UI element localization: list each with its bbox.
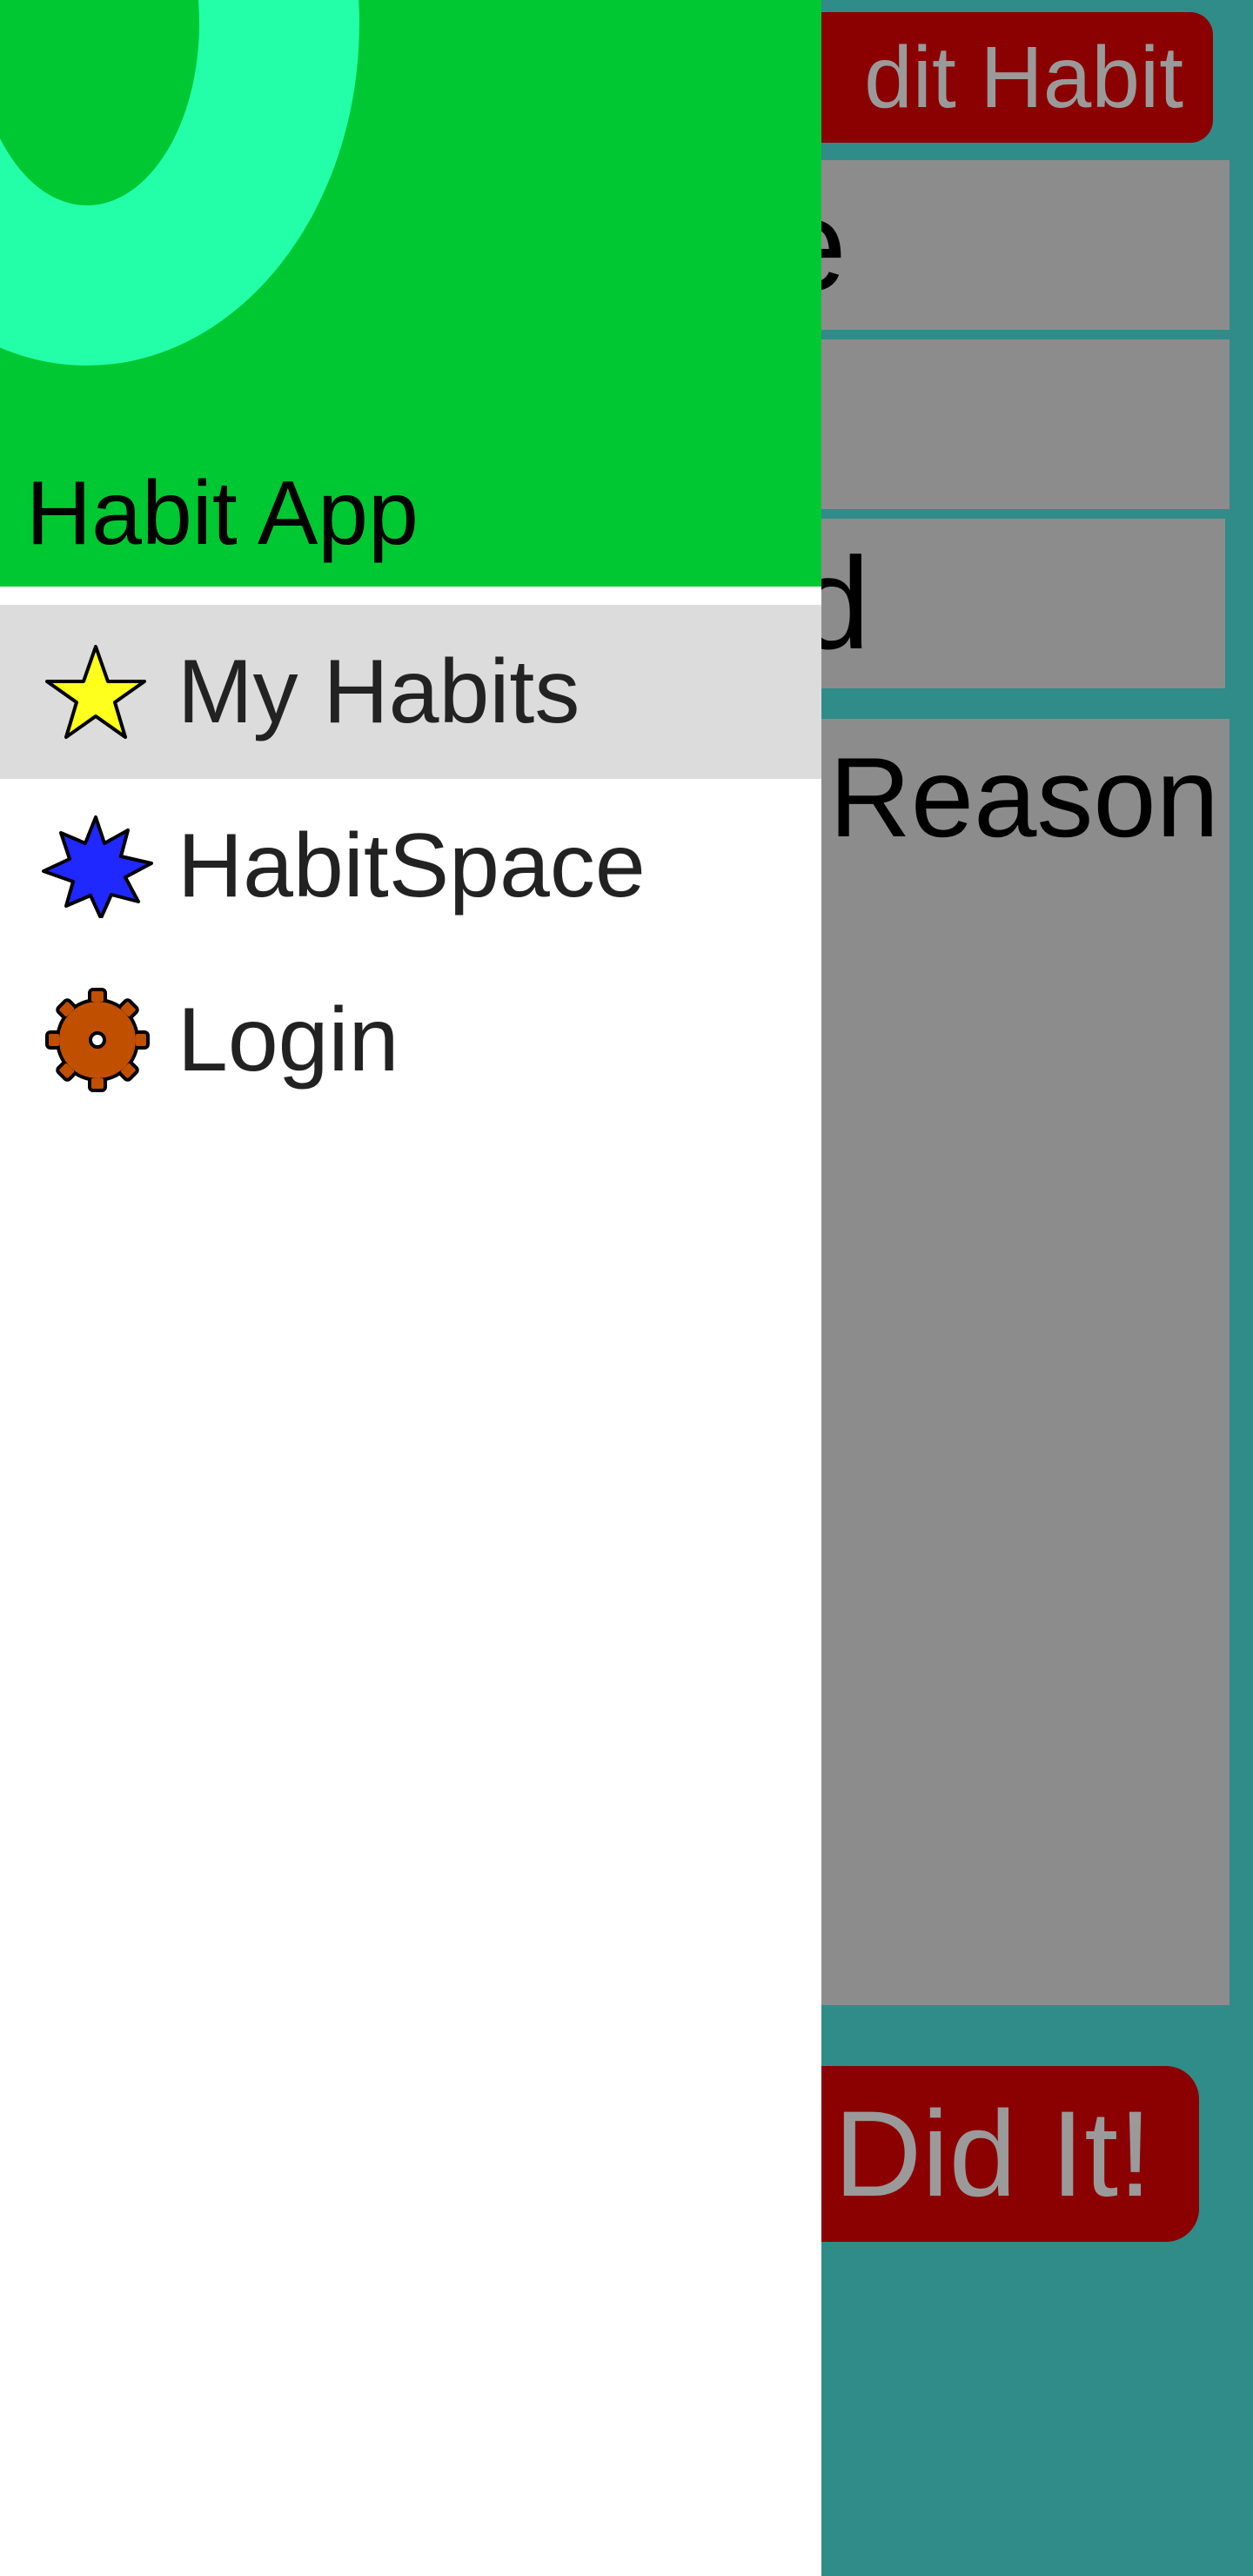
nav-item-habitspace[interactable]: HabitSpace bbox=[0, 779, 821, 953]
nav-item-my-habits[interactable]: My Habits bbox=[0, 605, 821, 779]
nav-item-login[interactable]: Login bbox=[0, 953, 821, 1127]
nav-item-label: My Habits bbox=[178, 641, 580, 742]
app-title: Habit App bbox=[26, 463, 419, 564]
drawer-header: Habit App bbox=[0, 0, 821, 587]
header-decoration-ring bbox=[0, 0, 359, 366]
star-icon bbox=[35, 640, 157, 744]
starburst-icon bbox=[35, 814, 157, 918]
gear-icon bbox=[35, 988, 157, 1092]
nav-item-label: HabitSpace bbox=[178, 815, 646, 916]
navigation-drawer: Habit App My Habits HabitSpace Login bbox=[0, 0, 821, 2576]
nav-item-label: Login bbox=[178, 989, 399, 1090]
